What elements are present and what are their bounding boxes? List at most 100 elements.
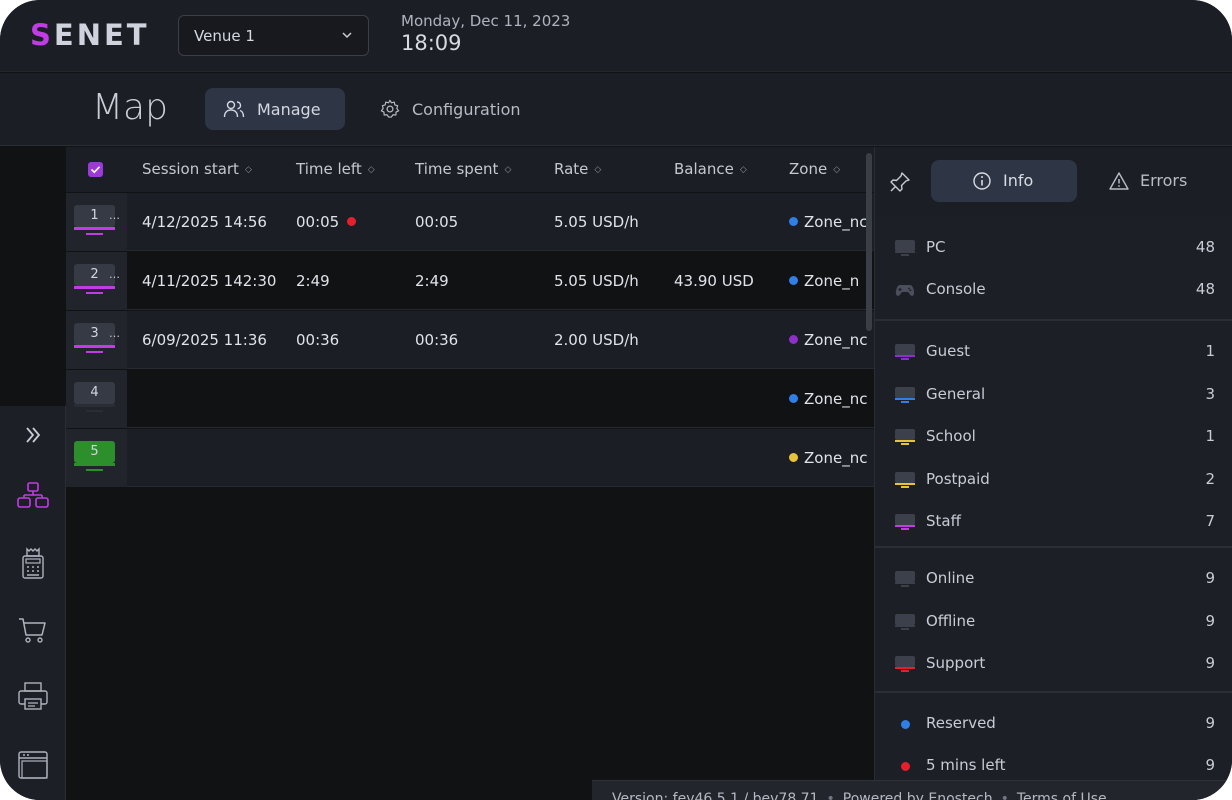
panel-item-console[interactable]: Console 48	[875, 269, 1232, 311]
panel-item-school[interactable]: School 1	[875, 416, 1232, 458]
col-label: Time spent	[415, 160, 499, 178]
pin-icon[interactable]	[889, 171, 911, 193]
tab-info[interactable]: Info	[931, 160, 1077, 202]
cell-text: 43.90 USD	[674, 272, 754, 290]
pc-cell[interactable]: 1…	[66, 193, 127, 251]
pc-cell[interactable]: 2…	[66, 252, 127, 310]
status-dot-icon	[901, 762, 910, 771]
zone-dot-icon	[789, 276, 798, 285]
status-dot-icon	[901, 720, 910, 729]
gamepad-icon	[895, 285, 915, 296]
panel-item-count: 2	[1205, 469, 1215, 488]
col-session-start[interactable]: Session start ◇	[142, 160, 252, 178]
footer-separator: •	[826, 791, 835, 800]
table-row[interactable]: 5 Zone_nc	[66, 429, 874, 487]
cell-text: 4/12/2025 14:56	[142, 213, 267, 231]
shopping-cart-icon[interactable]	[15, 612, 51, 648]
col-label: Rate	[554, 160, 589, 178]
monitor-icon	[895, 386, 915, 403]
panel-divider	[875, 546, 1232, 548]
panel-item-count: 48	[1195, 238, 1215, 256]
monitor-icon	[895, 344, 915, 360]
sort-icon: ◇	[504, 165, 512, 175]
panel-item-offline[interactable]: Offline 9	[875, 601, 1232, 643]
pc-cell[interactable]: 3…	[66, 311, 127, 369]
current-date: Monday, Dec 11, 2023	[401, 12, 571, 30]
browser-window-icon[interactable]	[15, 746, 51, 782]
col-zone[interactable]: Zone ◇	[789, 160, 840, 178]
panel-item-count: 1	[1205, 342, 1215, 360]
panel-item-label: Support	[926, 654, 986, 672]
expand-sidebar-icon[interactable]	[15, 418, 51, 454]
panel-item-count: 9	[1205, 611, 1215, 630]
table-scrollbar[interactable]	[866, 153, 872, 331]
col-balance[interactable]: Balance ◇	[674, 160, 747, 178]
cell-text: 2:49	[415, 272, 449, 290]
tab-errors[interactable]: Errors	[1095, 160, 1215, 202]
panel-item-support[interactable]: Support 9	[875, 643, 1232, 685]
logo-s: S	[30, 18, 54, 52]
cell-text: Zone_nc	[804, 390, 868, 408]
monitor-icon	[895, 656, 915, 672]
users-icon	[223, 100, 245, 118]
map-network-icon[interactable]	[15, 480, 51, 516]
pc-status-bar	[74, 404, 115, 407]
panel-item-staff[interactable]: Staff 7	[875, 501, 1232, 543]
table-row[interactable]: 4 Zone_nc	[66, 370, 874, 428]
panel-item-general[interactable]: General 3	[875, 374, 1232, 416]
panel-item-reserved[interactable]: Reserved 9	[875, 703, 1232, 745]
panel-item-count: 9	[1205, 654, 1215, 672]
venue-select[interactable]: Venue 1	[178, 15, 369, 56]
pc-cell[interactable]: 5	[66, 429, 127, 487]
printer-icon[interactable]	[15, 678, 51, 714]
cell-text: Zone_nc	[804, 331, 868, 349]
panel-item-label: Offline	[926, 611, 976, 630]
current-time: 18:09	[401, 31, 462, 55]
panel-item-label: Console	[926, 280, 986, 298]
table-row[interactable]: 1… 4/12/2025 14:56 00:05 00:05 5.05 USD/h Zon…	[66, 193, 874, 251]
pc-status-bar	[74, 345, 115, 348]
chevron-down-icon	[342, 32, 352, 39]
col-label: Time left	[296, 160, 362, 178]
sort-icon: ◇	[739, 165, 747, 175]
check-icon	[90, 166, 101, 174]
col-time-left[interactable]: Time left ◇	[296, 160, 375, 178]
cell-text: 4/11/2025 142:30	[142, 272, 277, 290]
powered-by-text: Powered by Enostech	[842, 791, 993, 800]
panel-item-label: 5 mins left	[926, 756, 1006, 774]
panel-item-online[interactable]: Online 9	[875, 558, 1232, 600]
cell-time-left: 2:49	[296, 272, 330, 290]
panel-item-count: 48	[1195, 280, 1215, 298]
cell-text: 5.05 USD/h	[554, 272, 639, 290]
cell-text: 00:36	[415, 331, 459, 349]
select-all-checkbox[interactable]	[88, 162, 103, 177]
low-time-dot-icon	[347, 217, 357, 226]
cell-zone: Zone_nc	[789, 449, 867, 467]
sessions-table: Session start ◇ Time left ◇ Time spent ◇ Ra…	[66, 147, 874, 488]
footer-separator: •	[1000, 791, 1009, 800]
pc-status-foot	[86, 233, 103, 235]
monitor-icon	[895, 471, 915, 488]
manage-button[interactable]: Manage	[205, 88, 345, 130]
cell-zone: Zone_nc	[789, 390, 867, 408]
panel-item-pc[interactable]: PC 48	[875, 227, 1232, 269]
pc-cell[interactable]: 4	[66, 370, 127, 428]
more-icon: …	[109, 268, 120, 281]
pc-status-bar	[74, 463, 115, 466]
col-rate[interactable]: Rate ◇	[554, 160, 601, 178]
table-row[interactable]: 2… 4/11/2025 142:30 2:49 2:49 5.05 USD/h 43.9…	[66, 252, 874, 310]
cash-register-icon[interactable]	[15, 546, 51, 582]
configuration-button[interactable]: Configuration	[365, 88, 535, 130]
col-time-spent[interactable]: Time spent ◇	[415, 160, 511, 178]
cell-zone: Zone_nc	[789, 331, 867, 349]
venue-value: Venue 1	[194, 27, 255, 45]
cell-text: 00:36	[296, 331, 340, 349]
terms-link[interactable]: Terms of Use	[1017, 791, 1107, 800]
panel-item-guest[interactable]: Guest 1	[875, 331, 1232, 373]
zone-dot-icon	[789, 394, 798, 403]
panel-item-postpaid[interactable]: Postpaid 2	[875, 459, 1232, 501]
table-row[interactable]: 3… 6/09/2025 11:36 00:36 00:36 2.00 USD/h Zon…	[66, 311, 874, 369]
cell-time-spent: 00:36	[415, 331, 458, 349]
panel-item-label: PC	[926, 238, 946, 256]
panel-divider	[875, 319, 1232, 321]
